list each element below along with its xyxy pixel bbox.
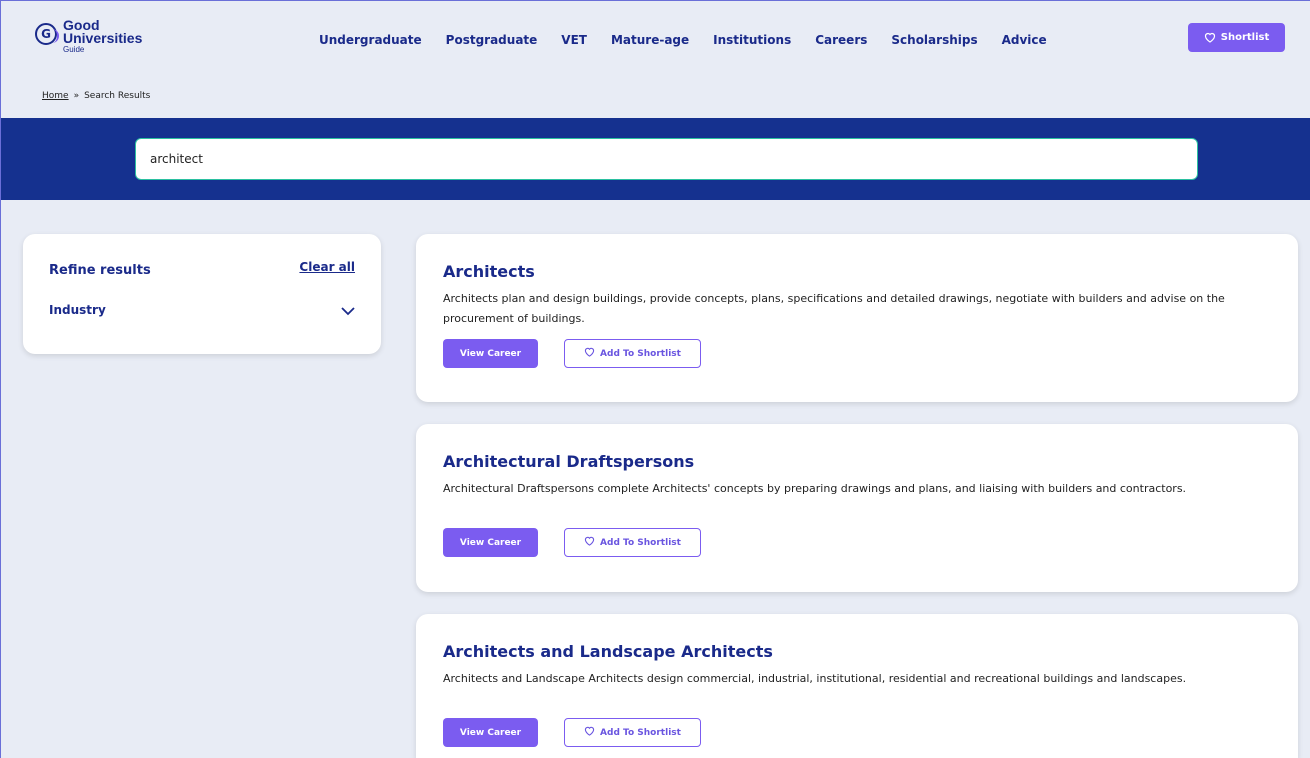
nav-scholarships[interactable]: Scholarships — [891, 33, 977, 47]
nav-institutions[interactable]: Institutions — [713, 33, 791, 47]
add-to-shortlist-button[interactable]: Add To Shortlist — [564, 528, 701, 557]
breadcrumb-separator: » — [73, 91, 80, 101]
view-career-button[interactable]: View Career — [443, 528, 538, 557]
logo-mark-icon: G — [35, 23, 59, 45]
logo-line-2: Universities — [63, 30, 143, 46]
result-title[interactable]: Architects — [443, 262, 535, 281]
view-career-button[interactable]: View Career — [443, 718, 538, 747]
nav-undergraduate[interactable]: Undergraduate — [319, 33, 422, 47]
search-input[interactable] — [135, 138, 1198, 180]
result-card: Architects and Landscape Architects Arch… — [416, 614, 1298, 758]
shortlist-button-label: Shortlist — [1220, 32, 1270, 43]
result-description: Architects and Landscape Architects desi… — [443, 672, 1187, 685]
breadcrumb: Home » Search Results — [42, 91, 150, 101]
nav-advice[interactable]: Advice — [1002, 33, 1047, 47]
logo-text: Good Universities Guide — [63, 18, 143, 54]
main-nav: Undergraduate Postgraduate VET Mature-ag… — [319, 33, 1071, 47]
filter-industry[interactable]: Industry — [49, 300, 355, 320]
result-title[interactable]: Architectural Draftspersons — [443, 452, 694, 471]
heart-icon — [584, 726, 595, 739]
add-to-shortlist-label: Add To Shortlist — [600, 537, 681, 548]
result-description: Architects plan and design buildings, pr… — [443, 292, 1225, 325]
breadcrumb-current: Search Results — [84, 91, 151, 101]
nav-postgraduate[interactable]: Postgraduate — [446, 33, 538, 47]
refine-title: Refine results — [49, 263, 151, 278]
nav-vet[interactable]: VET — [561, 33, 587, 47]
result-card: Architectural Draftspersons Architectura… — [416, 424, 1298, 592]
add-to-shortlist-label: Add To Shortlist — [600, 727, 681, 738]
add-to-shortlist-label: Add To Shortlist — [600, 348, 681, 359]
add-to-shortlist-button[interactable]: Add To Shortlist — [564, 339, 701, 368]
add-to-shortlist-button[interactable]: Add To Shortlist — [564, 718, 701, 747]
logo-sub: Guide — [63, 45, 85, 54]
result-title[interactable]: Architects and Landscape Architects — [443, 642, 773, 661]
result-card: Architects Architects plan and design bu… — [416, 234, 1298, 402]
nav-careers[interactable]: Careers — [815, 33, 867, 47]
heart-icon — [584, 536, 595, 549]
heart-icon — [584, 347, 595, 360]
site-logo[interactable]: G Good Universities Guide — [35, 18, 143, 54]
clear-all-link[interactable]: Clear all — [299, 260, 355, 274]
filter-industry-label: Industry — [49, 303, 106, 317]
site-header: G Good Universities Guide Undergraduate … — [1, 1, 1310, 101]
nav-mature-age[interactable]: Mature-age — [611, 33, 689, 47]
view-career-button[interactable]: View Career — [443, 339, 538, 368]
refine-panel: Refine results Clear all Industry — [23, 234, 381, 354]
heart-icon — [1204, 32, 1216, 43]
breadcrumb-home-link[interactable]: Home — [42, 91, 69, 101]
result-description: Architectural Draftspersons complete Arc… — [443, 482, 1187, 495]
chevron-down-icon — [341, 301, 355, 320]
shortlist-button[interactable]: Shortlist — [1188, 23, 1285, 52]
search-band — [1, 118, 1310, 200]
